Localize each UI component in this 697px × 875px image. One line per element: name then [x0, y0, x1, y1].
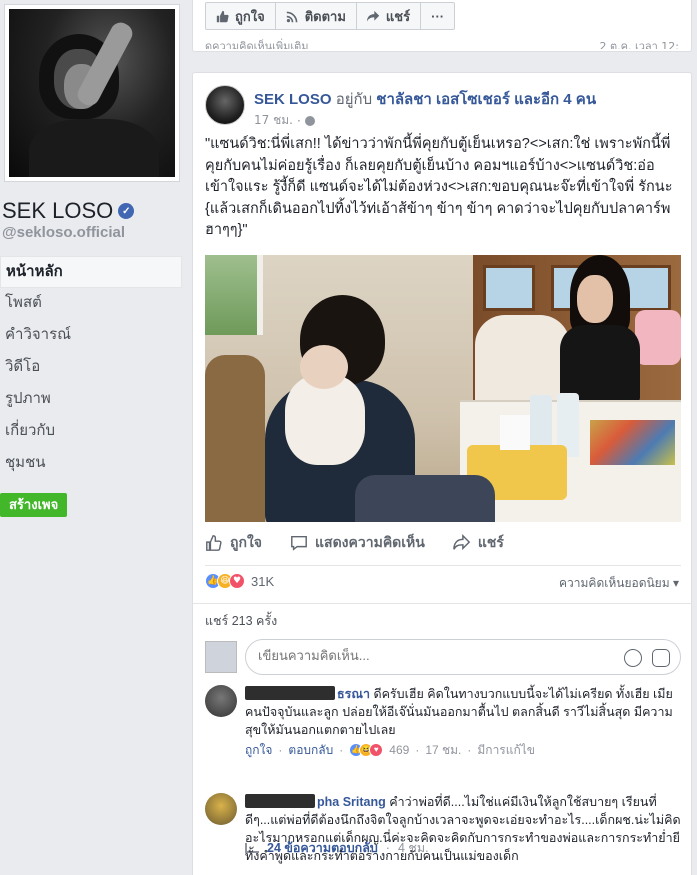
meta-dot: ·: [415, 743, 420, 757]
caret-down-icon: ▾: [672, 576, 679, 590]
reactions-summary[interactable]: 👍 😆 ♥ 31K: [205, 573, 274, 589]
page-nav: หน้าหลัก โพสต์ คำวิจารณ์ วิดีโอ รูปภาพ เ…: [0, 256, 182, 480]
post-comment-button[interactable]: แสดงความคิดเห็น: [290, 532, 425, 554]
comment-like-link[interactable]: ถูกใจ: [245, 741, 272, 759]
comment-sort-dropdown[interactable]: ความคิดเห็นยอดนิยม ▾: [559, 574, 679, 593]
comment-input[interactable]: [258, 648, 588, 663]
share-count[interactable]: แชร์ 213 ครั้ง: [205, 611, 277, 631]
post-share-button[interactable]: แชร์: [453, 532, 504, 554]
page-follow-label: ติดตาม: [304, 8, 346, 24]
comment-reaction-count[interactable]: 469: [389, 741, 409, 759]
thumbs-up-icon: [206, 535, 222, 551]
page-like-label: ถูกใจ: [235, 8, 265, 24]
love-reaction-icon: ♥: [369, 743, 384, 757]
comment-body: pha Sritang คำว่าพ่อที่ดี....ไม่ใช่แค่มี…: [245, 793, 685, 865]
comment-avatar[interactable]: [205, 685, 237, 717]
post-like-button[interactable]: ถูกใจ: [205, 532, 262, 554]
post-with-prefix: อยู่กับ: [335, 91, 373, 108]
share-arrow-icon: [453, 534, 471, 551]
post-tagged-person[interactable]: ชาลัลชา เอสโซเชอร์: [376, 91, 510, 108]
nav-item-reviews[interactable]: คำวิจารณ์: [0, 320, 182, 352]
nav-item-videos[interactable]: วิดีโอ: [0, 352, 182, 384]
share-arrow-icon: [366, 10, 380, 21]
verified-badge-icon: ✓: [118, 203, 135, 219]
post-author-name[interactable]: SEK LOSO: [254, 91, 332, 108]
nav-item-about[interactable]: เกี่ยวกับ: [0, 416, 182, 448]
post-share-label: แชร์: [477, 534, 504, 550]
profile-picture[interactable]: [4, 4, 180, 182]
comment-sort-label: ความคิดเห็นยอดนิยม: [559, 576, 670, 590]
comment-meta: ถูกใจ · ตอบกลับ · 👍 😆 ♥ 469 · 17 ชม. · ม…: [245, 741, 685, 759]
cutoff-text[interactable]: ดูความคิดเห็นเพิ่มเติม: [205, 37, 309, 49]
page-share-button[interactable]: แชร์: [356, 2, 422, 30]
thumbs-up-icon: [216, 10, 229, 22]
nav-item-community[interactable]: ชุมชน: [0, 448, 182, 480]
meta-dot: ·: [296, 113, 301, 128]
rss-icon: [286, 11, 298, 22]
more-dots-icon: ···: [431, 8, 445, 24]
post-text: "แซนด์วิช:นี่พี่เสก!! ได้ข่าวว่าพักนี้พี…: [205, 136, 673, 238]
cutoff-time: 2 ต.ค. เวลา 12:: [599, 40, 679, 49]
post-card: SEK LOSO อยู่กับ ชาลัลชา เอสโซเชอร์ และอ…: [192, 72, 692, 875]
redacted-name-block: [245, 686, 335, 700]
page-like-button[interactable]: ถูกใจ: [205, 2, 276, 30]
comment-composer[interactable]: [245, 639, 681, 675]
divider: [205, 565, 681, 566]
reaction-count[interactable]: 31K: [251, 574, 274, 589]
comment-bubble-icon: [291, 535, 307, 551]
post-comment-label: แสดงความคิดเห็น: [315, 534, 425, 550]
sticker-icon[interactable]: [652, 649, 670, 667]
previous-post-cutoff: ดูความคิดเห็นเพิ่มเติม 2 ต.ค. เวลา 12:: [205, 37, 679, 49]
comment-item: pha Sritang คำว่าพ่อที่ดี....ไม่ใช่แค่มี…: [205, 793, 685, 875]
love-reaction-icon: ♥: [229, 573, 245, 589]
post-photo[interactable]: [205, 255, 681, 522]
post-header: SEK LOSO อยู่กับ ชาลัลชา เอสโซเชอร์ และอ…: [254, 87, 684, 111]
emoji-icon[interactable]: [624, 649, 642, 667]
page-name[interactable]: SEK LOSO ✓: [2, 198, 135, 224]
commenter-avatar: [205, 641, 237, 673]
page-more-button[interactable]: ···: [421, 2, 456, 30]
page-name-text[interactable]: SEK LOSO: [2, 198, 113, 224]
create-page-button[interactable]: สร้างเพจ: [0, 493, 68, 517]
post-meta: 17 ชม. ·: [254, 111, 315, 130]
post-like-label: ถูกใจ: [230, 534, 262, 550]
page-handle[interactable]: @sekloso.official: [2, 224, 125, 241]
page-action-bar: ถูกใจ ติดตาม แชร์ ···: [205, 2, 456, 30]
comment-body: ธรณา ดีครับเฮีย คิดในทางบวกแบบนี้จะได้ไม…: [245, 685, 685, 759]
comment-avatar[interactable]: [205, 793, 237, 825]
comment-edited[interactable]: มีการแก้ไข: [477, 741, 535, 759]
post-tagged-more[interactable]: และอีก 4 คน: [514, 91, 596, 108]
divider: [193, 603, 691, 604]
nav-item-photos[interactable]: รูปภาพ: [0, 384, 182, 416]
nav-item-home[interactable]: หน้าหลัก: [0, 256, 182, 288]
meta-dot: ·: [339, 743, 344, 757]
comment-time[interactable]: 17 ชม.: [425, 741, 461, 759]
comment-author[interactable]: ธรณา: [337, 687, 370, 701]
page-share-label: แชร์: [385, 8, 411, 24]
comment-author[interactable]: pha Sritang: [317, 795, 386, 809]
page-follow-button[interactable]: ติดตาม: [275, 2, 357, 30]
meta-dot: ·: [278, 743, 283, 757]
meta-dot: ·: [467, 743, 472, 757]
post-time[interactable]: 17 ชม.: [254, 111, 293, 130]
comment-reply-link[interactable]: ตอบกลับ: [288, 741, 333, 759]
redacted-name-block: [245, 794, 315, 808]
comment-reactions[interactable]: 👍 😆 ♥: [349, 743, 384, 757]
left-sidebar: SEK LOSO ✓ @sekloso.official หน้าหลัก โพ…: [0, 0, 190, 875]
globe-icon: [304, 115, 315, 126]
comment-item: ธรณา ดีครับเฮีย คิดในทางบวกแบบนี้จะได้ไม…: [205, 685, 685, 757]
nav-item-posts[interactable]: โพสต์: [0, 288, 182, 320]
profile-photo-image: [9, 9, 175, 177]
post-author-avatar[interactable]: [205, 85, 245, 125]
post-action-bar: ถูกใจ แสดงความคิดเห็น แชร์: [205, 528, 681, 558]
page-actions-card: ถูกใจ ติดตาม แชร์ ··· ดูความคิดเห็นเพิ่ม…: [192, 0, 692, 52]
